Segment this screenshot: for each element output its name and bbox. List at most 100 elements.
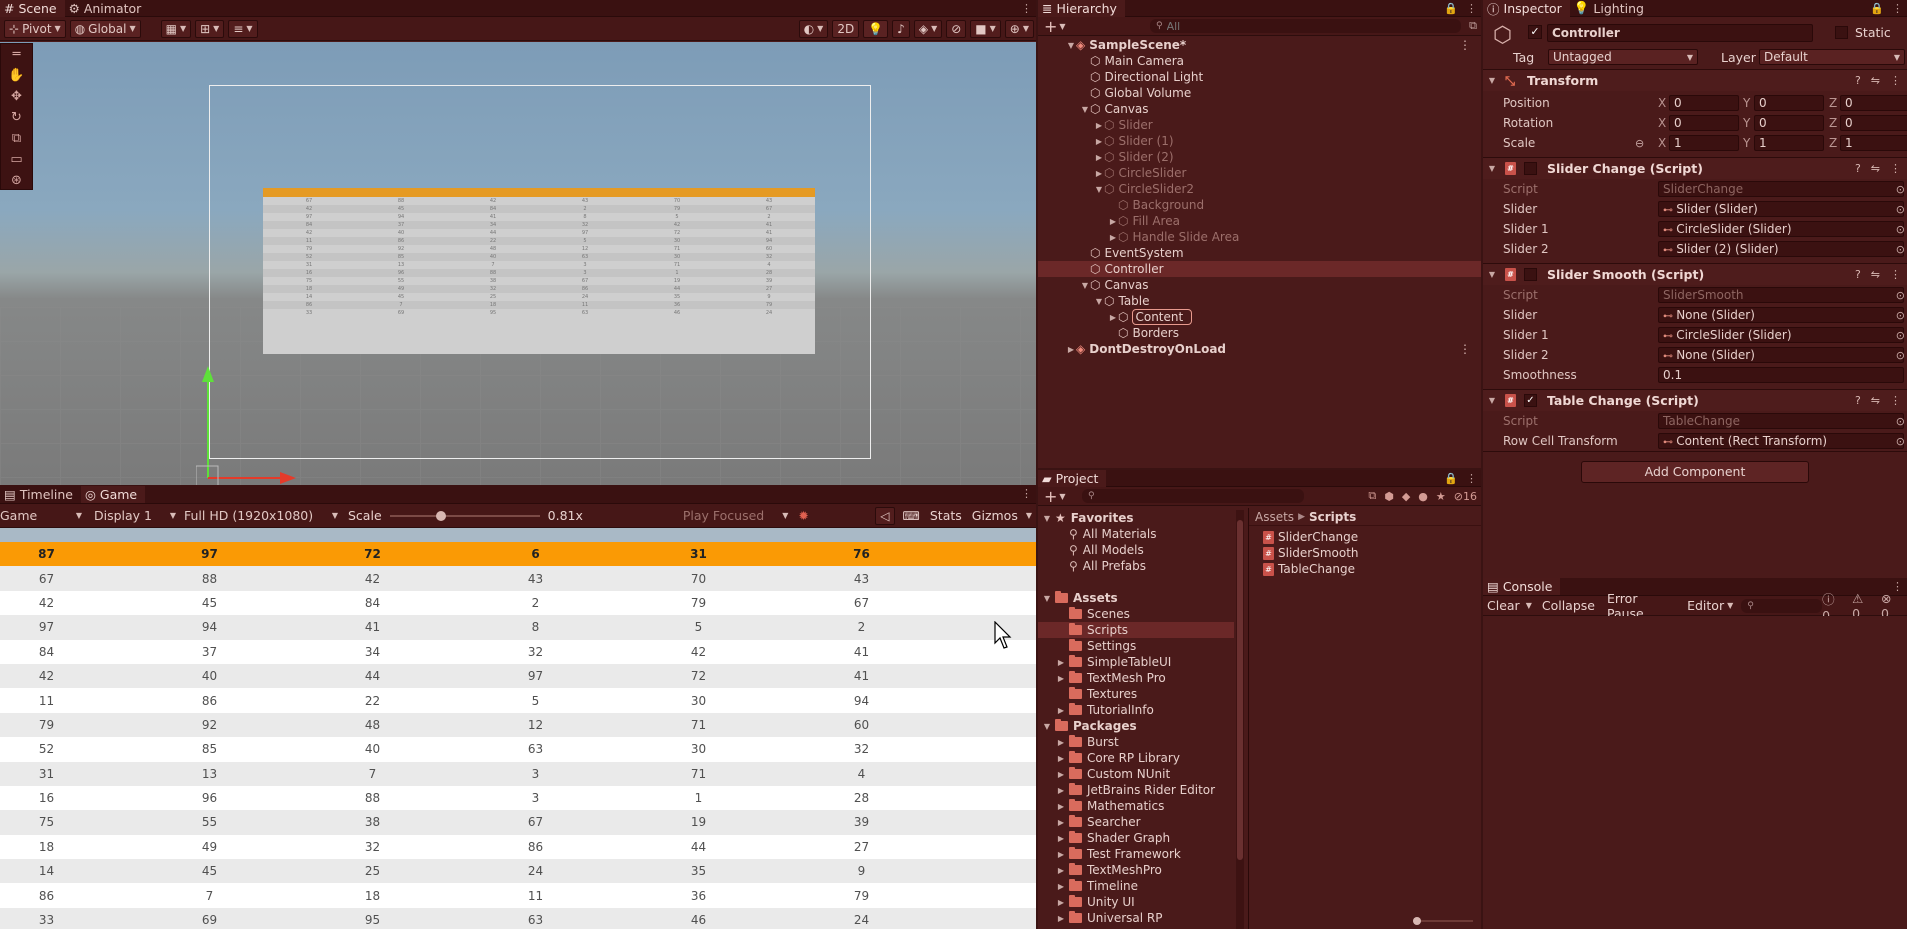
chevron-right-icon[interactable]: ▶ — [1056, 882, 1066, 891]
bug-icon[interactable]: ✹ — [798, 508, 808, 523]
kebab-menu-icon[interactable]: ⋮ — [1466, 470, 1477, 487]
chevron-right-icon[interactable]: ▶ — [1108, 313, 1118, 322]
project-tree-item[interactable]: ▶ Burst — [1038, 734, 1234, 750]
keyboard-icon[interactable]: ⌨ — [903, 509, 920, 523]
y-field[interactable]: 1 — [1754, 135, 1824, 151]
tab-lighting[interactable]: 💡 Lighting — [1570, 0, 1652, 17]
chevron-right-icon[interactable]: ▶ — [1066, 345, 1076, 354]
project-tree-item[interactable]: ▶ Timeline — [1038, 878, 1234, 894]
chevron-down-icon[interactable]: ▼ — [1042, 594, 1052, 603]
breadcrumb-assets[interactable]: Assets — [1255, 510, 1294, 524]
global-dropdown[interactable]: ◍ Global ▼ — [69, 19, 141, 38]
project-tree-item[interactable]: ▼ Packages — [1038, 718, 1234, 734]
chevron-down-icon[interactable]: ▼ — [1094, 297, 1104, 306]
chevron-right-icon[interactable]: ▶ — [1056, 658, 1066, 667]
chevron-down-icon[interactable]: ▼ — [1059, 22, 1065, 31]
chevron-right-icon[interactable]: ▶ — [1056, 674, 1066, 683]
icon-size-handle[interactable] — [1413, 917, 1421, 925]
scene-table-preview[interactable]: 67 88 42 43 70 43 42 45 84 2 79 67 97 94 41 8 5 2 84 37 34 32… — [263, 188, 815, 354]
chevron-right-icon[interactable]: ▶ — [1056, 914, 1066, 923]
console-search[interactable]: ⚲ — [1741, 598, 1823, 613]
kebab-menu-icon[interactable]: ⋮ — [1890, 162, 1901, 175]
chevron-right-icon[interactable]: ▶ — [1056, 706, 1066, 715]
hierarchy-item[interactable]: ▶ ⬡ Slider — [1038, 117, 1481, 133]
hand-tool-icon[interactable]: ✋ — [1, 65, 32, 86]
hierarchy-item[interactable]: ▼ ⬡ CircleSlider2 — [1038, 181, 1481, 197]
hierarchy-item[interactable]: ⬡ Borders — [1038, 325, 1481, 341]
hierarchy-item[interactable]: ⬡ Controller — [1038, 261, 1481, 277]
object-picker-icon[interactable]: ⊙ — [1896, 289, 1905, 302]
scene-tab-menu[interactable]: ⋮ — [1021, 0, 1032, 17]
scale-tool-icon[interactable]: ⧉ — [1, 128, 32, 149]
chevron-down-icon[interactable]: ▼ — [1487, 164, 1497, 173]
kebab-menu-icon[interactable]: ⋮ — [1890, 74, 1901, 87]
mute-audio-button[interactable]: ◁ — [875, 506, 895, 525]
draw-mode-button[interactable]: ◐ ▼ — [798, 19, 829, 38]
tab-game[interactable]: ◎ Game — [80, 485, 146, 503]
component-header[interactable]: ▼ # Slider Change (Script)? ⇋ ⋮ — [1483, 157, 1907, 179]
add-icon[interactable]: + — [1044, 487, 1057, 506]
kebab-menu-icon[interactable]: ⋮ — [1021, 485, 1032, 502]
hierarchy-item[interactable]: ▶ ⬡ Slider (2) — [1038, 149, 1481, 165]
chevron-down-icon[interactable]: ▼ — [1080, 281, 1090, 290]
kebab-menu-icon[interactable]: ⋮ — [1892, 0, 1903, 17]
camera-dropdown[interactable]: ■ ▼ — [970, 19, 1001, 38]
tag-icon[interactable]: ◆ — [1402, 490, 1410, 503]
tab-scene[interactable]: # Scene — [0, 0, 65, 17]
help-icon[interactable]: ? — [1855, 268, 1861, 281]
transform-header[interactable]: ▼ ⤡ Transform ? ⇋ ⋮ — [1483, 69, 1907, 91]
field-value[interactable]: ⊷ Slider (Slider) — [1658, 201, 1904, 217]
pivot-dropdown[interactable]: ⊹ Pivot ▼ — [4, 19, 66, 38]
project-tree-item[interactable]: ▶ JetBrains Rider Editor — [1038, 782, 1234, 798]
component-header[interactable]: ▼ # Slider Smooth (Script)? ⇋ ⋮ — [1483, 263, 1907, 285]
add-icon[interactable]: + — [1044, 17, 1057, 36]
field-value[interactable]: 0.1 — [1658, 367, 1904, 383]
script-file[interactable]: # SliderChange — [1263, 529, 1481, 545]
hierarchy-item[interactable]: ▶ ⬡ CircleSlider — [1038, 165, 1481, 181]
hierarchy-item[interactable]: ▶ ◈ DontDestroyOnLoad ⋮ — [1038, 341, 1481, 357]
field-value[interactable]: ⊷ Content (Rect Transform) — [1658, 433, 1904, 449]
visibility-toggle[interactable]: ⊘ — [946, 19, 967, 38]
chevron-right-icon[interactable]: ▶ — [1108, 217, 1118, 226]
move-tool-icon[interactable]: ✥ — [1, 86, 32, 107]
object-picker-icon[interactable]: ⊙ — [1896, 223, 1905, 236]
project-search[interactable]: ⚲ — [1082, 489, 1304, 503]
rotate-tool-icon[interactable]: ↻ — [1, 107, 32, 128]
hierarchy-item[interactable]: ▼ ⬡ Canvas — [1038, 277, 1481, 293]
display-dropdown[interactable]: Display 1 ▼ — [94, 508, 176, 523]
object-name-field[interactable]: Controller — [1547, 24, 1813, 42]
object-picker-icon[interactable]: ⊙ — [1896, 435, 1905, 448]
field-value[interactable]: ⊷ CircleSlider (Slider) — [1658, 327, 1904, 343]
effects-dropdown[interactable]: ◈ ▼ — [913, 19, 943, 38]
project-tree-item[interactable]: ▶ Mathematics — [1038, 798, 1234, 814]
grid-snap-button[interactable]: ▦ ▼ — [160, 19, 192, 38]
add-component-button[interactable]: Add Component — [1581, 461, 1809, 483]
tab-timeline[interactable]: ▤ Timeline — [0, 486, 81, 503]
object-picker-icon[interactable]: ⊙ — [1896, 329, 1905, 342]
project-tree-item[interactable]: ▶ SimpleTableUI — [1038, 654, 1234, 670]
search-input[interactable] — [1166, 19, 1367, 33]
x-field[interactable]: 0 — [1669, 95, 1739, 111]
chevron-down-icon[interactable]: ▼ — [1042, 514, 1052, 523]
z-field[interactable]: 0 — [1840, 115, 1907, 131]
lock-icon[interactable]: 🔒 — [1444, 470, 1458, 487]
tab-hierarchy[interactable]: ≣ Hierarchy — [1038, 0, 1125, 17]
resolution-dropdown[interactable]: Full HD (1920x1080) ▼ — [184, 508, 338, 523]
scale-slider[interactable] — [389, 510, 540, 522]
chevron-down-icon[interactable]: ▼ — [1727, 601, 1733, 610]
play-focused-dropdown[interactable]: Play Focused ▼ — [683, 508, 789, 523]
z-field[interactable]: 0 — [1840, 95, 1907, 111]
chevron-right-icon[interactable]: ▶ — [1056, 834, 1066, 843]
hierarchy-item[interactable]: ▶ ⬡ Slider (1) — [1038, 133, 1481, 149]
chevron-right-icon[interactable]: ▶ — [1094, 169, 1104, 178]
chevron-right-icon[interactable]: ▶ — [1056, 754, 1066, 763]
y-axis-arrow[interactable] — [202, 366, 214, 382]
chevron-right-icon[interactable]: ▶ — [1056, 770, 1066, 779]
project-tree-item[interactable]: Settings — [1038, 638, 1234, 654]
active-checkbox[interactable]: ✓ — [1528, 25, 1542, 39]
field-value[interactable]: ⊷ Slider (2) (Slider) — [1658, 241, 1904, 257]
kebab-menu-icon[interactable]: ⋮ — [1021, 0, 1032, 17]
lighting-toggle[interactable]: 💡 — [863, 19, 889, 38]
layer-dropdown[interactable]: Default ▼ — [1759, 49, 1905, 65]
chevron-right-icon[interactable]: ▶ — [1094, 121, 1104, 130]
